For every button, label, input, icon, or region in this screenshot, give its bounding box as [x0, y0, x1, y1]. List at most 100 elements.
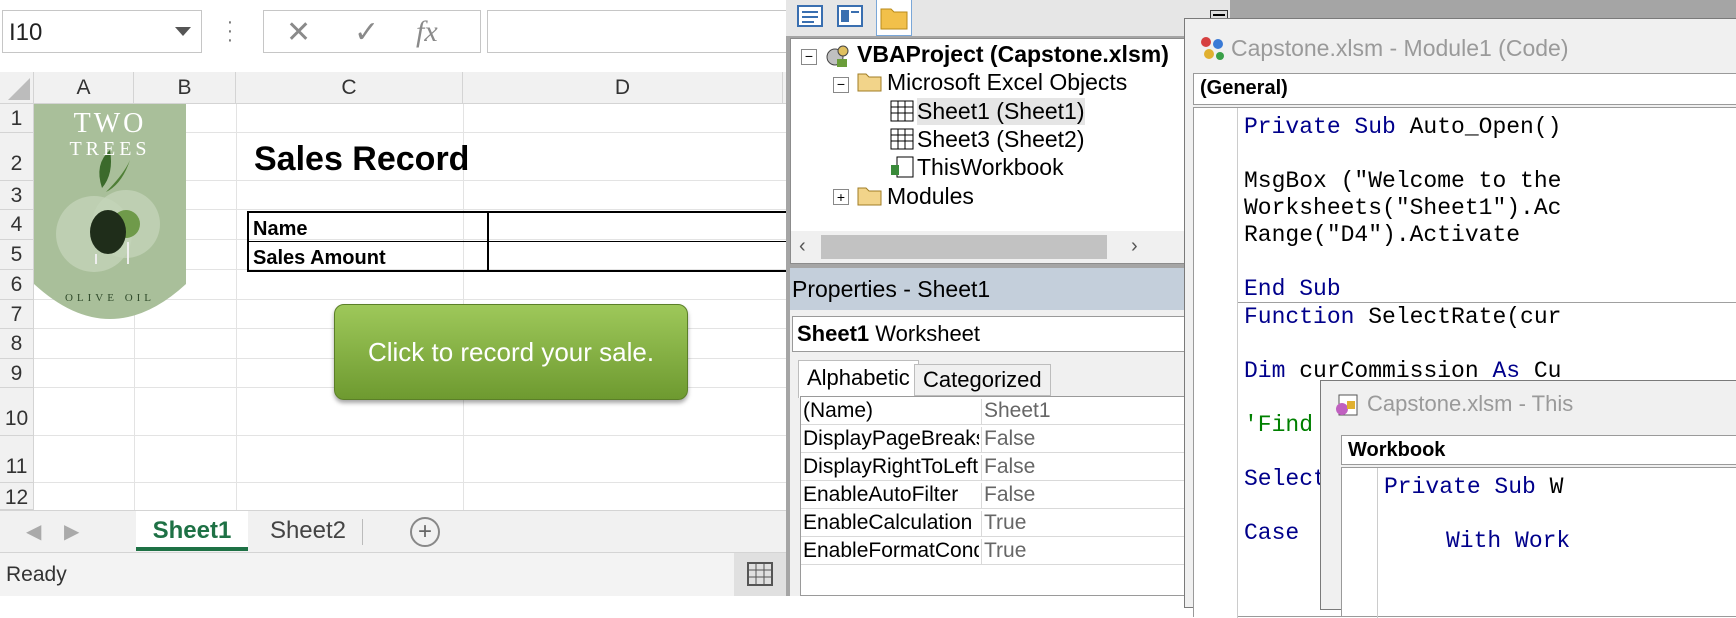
- tab-categorized[interactable]: Categorized: [914, 364, 1051, 396]
- sales-amount-label[interactable]: Sales Amount: [249, 242, 786, 271]
- worksheet-grid[interactable]: TWO TREES OLIVE OIL Sales Record Name Sa…: [34, 104, 786, 510]
- row-header[interactable]: 11: [0, 436, 33, 483]
- row-header[interactable]: 3: [0, 181, 33, 210]
- name-box[interactable]: I10: [2, 10, 202, 53]
- record-sale-button[interactable]: Click to record your sale.: [334, 304, 688, 400]
- tree-item-sheet3[interactable]: Sheet3 (Sheet2): [917, 126, 1085, 153]
- row-header[interactable]: 1: [0, 104, 33, 133]
- toggle-folders-icon[interactable]: [876, 0, 912, 36]
- tab-sheet2[interactable]: Sheet2: [254, 511, 362, 551]
- column-headers: A B C D: [0, 72, 786, 104]
- code-line[interactable]: MsgBox ("Welcome to the: [1244, 168, 1561, 194]
- vba-project-node[interactable]: VBAProject (Capstone.xlsm): [857, 41, 1169, 68]
- code-window-thisworkbook: Capstone.xlsm - This Workbook Private Su…: [1320, 380, 1736, 618]
- properties-title: Properties - Sheet1: [792, 276, 991, 302]
- vba-editor: − VBAProject (Capstone.xlsm) − Microsoft…: [786, 0, 1736, 618]
- property-key: DisplayRightToLeft: [803, 455, 979, 478]
- formula-input[interactable]: [487, 10, 786, 53]
- code-line[interactable]: Select: [1244, 466, 1327, 492]
- code-window-title: Capstone.xlsm - Module1 (Code): [1231, 35, 1569, 61]
- property-value[interactable]: False: [981, 455, 1035, 481]
- property-value[interactable]: False: [981, 427, 1035, 453]
- object-combo[interactable]: (General): [1193, 73, 1736, 105]
- status-bar: Ready: [0, 552, 786, 596]
- expand-icon[interactable]: +: [833, 189, 849, 205]
- tree-item-sheet1[interactable]: Sheet1 (Sheet1): [917, 98, 1085, 125]
- code-margin[interactable]: [1194, 108, 1238, 618]
- tab-sheet1[interactable]: Sheet1: [136, 511, 248, 551]
- row-header[interactable]: 7: [0, 300, 33, 329]
- row-header[interactable]: 8: [0, 329, 33, 359]
- folder-icon: [857, 69, 883, 92]
- row-header[interactable]: 6: [0, 270, 33, 300]
- normal-view-icon[interactable]: [734, 553, 786, 596]
- property-key: EnableCalculation: [803, 511, 973, 534]
- property-row[interactable]: (Name) Sheet1: [801, 397, 1187, 425]
- two-trees-logo: TWO TREES OLIVE OIL: [34, 104, 186, 344]
- row-header[interactable]: 10: [0, 388, 33, 436]
- property-row[interactable]: DisplayPageBreaks False: [801, 425, 1187, 453]
- tab-prev-icon[interactable]: ◀: [26, 519, 41, 544]
- properties-tabs: Alphabetic Categorized: [790, 360, 1230, 398]
- code-editor[interactable]: Private Sub W With Work: [1341, 467, 1736, 618]
- code-line[interactable]: Worksheets("Sheet1").Ac: [1244, 195, 1561, 221]
- column-header-b[interactable]: B: [134, 72, 236, 104]
- property-value[interactable]: True: [981, 511, 1026, 537]
- cancel-icon[interactable]: ✕: [286, 15, 311, 50]
- tab-alphabetic[interactable]: Alphabetic: [798, 360, 919, 398]
- code-line[interactable]: Range("D4").Activate: [1244, 222, 1520, 248]
- name-label[interactable]: Name: [249, 213, 786, 242]
- column-header-d[interactable]: D: [463, 72, 783, 104]
- property-row[interactable]: EnableCalculation True: [801, 509, 1187, 537]
- code-line[interactable]: End Sub: [1244, 276, 1341, 302]
- collapse-icon[interactable]: −: [833, 77, 849, 93]
- status-text: Ready: [6, 563, 67, 586]
- code-line[interactable]: With Work: [1446, 528, 1570, 554]
- view-code-icon[interactable]: [796, 4, 824, 35]
- property-key: EnableFormatCondi: [803, 539, 979, 562]
- select-all-corner[interactable]: [0, 72, 34, 104]
- code-line[interactable]: Private Sub W: [1384, 474, 1563, 500]
- tab-next-icon[interactable]: ▶: [64, 519, 79, 544]
- property-row[interactable]: DisplayRightToLeft False: [801, 453, 1187, 481]
- property-value[interactable]: Sheet1: [981, 399, 1051, 425]
- property-key: (Name): [803, 399, 874, 422]
- row-headers: 1 2 3 4 5 6 7 8 9 10 11 12: [0, 104, 34, 510]
- code-line[interactable]: Case: [1244, 520, 1299, 546]
- property-row[interactable]: EnableFormatCondi True: [801, 537, 1187, 565]
- name-box-value: I10: [9, 19, 43, 46]
- worksheet-icon: [889, 127, 915, 150]
- check-icon[interactable]: ✓: [354, 15, 379, 50]
- logo-text-two: TWO: [73, 108, 147, 139]
- excel-objects-folder[interactable]: Microsoft Excel Objects: [887, 69, 1127, 96]
- explorer-horizontal-scrollbar[interactable]: ‹ ›: [791, 231, 1231, 263]
- view-object-icon[interactable]: [836, 4, 864, 35]
- collapse-icon[interactable]: −: [801, 49, 817, 65]
- formula-buttons: ✕ ✓ fx: [263, 10, 481, 53]
- property-value[interactable]: False: [981, 483, 1035, 509]
- row-header[interactable]: 4: [0, 210, 33, 240]
- excel-window: I10 · · · ✕ ✓ fx A B C D 1 2 3 4 5 6 7 8 9…: [0, 0, 786, 596]
- row-header[interactable]: 9: [0, 359, 33, 388]
- row-header[interactable]: 2: [0, 133, 33, 181]
- row-header[interactable]: 5: [0, 240, 33, 270]
- column-header-a[interactable]: A: [34, 72, 134, 104]
- project-explorer: − VBAProject (Capstone.xlsm) − Microsoft…: [790, 38, 1231, 264]
- column-header-c[interactable]: C: [236, 72, 463, 104]
- add-sheet-icon[interactable]: +: [410, 517, 440, 547]
- more-dots-icon[interactable]: · · ·: [226, 12, 234, 50]
- logo-text-trees: TREES: [69, 138, 151, 160]
- fx-icon[interactable]: fx: [416, 15, 438, 49]
- chevron-down-icon[interactable]: [175, 27, 191, 36]
- object-selector[interactable]: Sheet1 Worksheet ⌄: [792, 316, 1224, 352]
- modules-folder[interactable]: Modules: [887, 183, 974, 210]
- row-header[interactable]: 12: [0, 483, 33, 510]
- property-row[interactable]: EnableAutoFilter False: [801, 481, 1187, 509]
- code-line[interactable]: 'Find: [1244, 412, 1313, 438]
- code-line[interactable]: Private Sub Auto_Open(): [1244, 114, 1561, 140]
- property-value[interactable]: True: [981, 539, 1026, 565]
- object-combo[interactable]: Workbook: [1341, 435, 1736, 465]
- code-line[interactable]: Function SelectRate(cur: [1244, 304, 1561, 330]
- tree-item-thisworkbook[interactable]: ThisWorkbook: [917, 154, 1064, 181]
- properties-grid: (Name) Sheet1 DisplayPageBreaks False Di…: [800, 396, 1218, 597]
